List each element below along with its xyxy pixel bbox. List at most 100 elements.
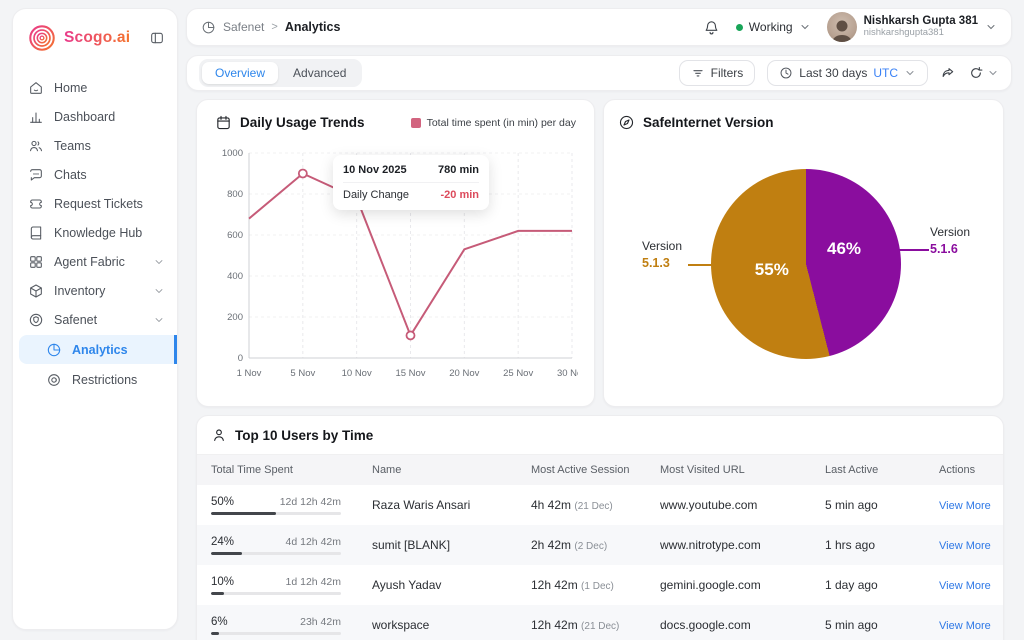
actions-cell: View More [925,498,1003,512]
home-icon [30,81,42,94]
sidebar-item-label: Request Tickets [54,196,143,211]
svg-text:400: 400 [227,271,243,282]
toolbar-right: Filters Last 30 days UTC [678,60,999,86]
timezone-label: UTC [873,66,898,80]
last-active-cell: 5 min ago [825,498,878,512]
sidebar-nav: Home Dashboard Teams Chats Request Tickets Kn… [13,73,177,394]
sidebar-item-knowledge-hub[interactable]: Knowledge Hub [13,218,177,247]
callout-version: 5.1.6 [930,241,958,256]
share-button[interactable] [940,65,956,81]
table-row: 24% 4d 12h 42m sumit [BLANK] 2h 42m (2 Dec)… [197,525,1003,565]
daily-usage-header: Daily Usage Trends Total time spent (in … [215,114,576,131]
toolbar: Overview Advanced Filters Last 30 days U… [186,55,1012,91]
refresh-button[interactable] [968,65,999,81]
date-range-label: Last 30 days [799,66,868,80]
time-percent: 24% [211,535,235,548]
tooltip-change-label: Daily Change [343,189,410,201]
view-more-link[interactable]: View More [939,620,991,632]
sidebar: Scogo.ai Home Dashboard Teams Chats Request … [12,8,178,630]
chevron-down-icon [153,256,165,268]
avatar [826,12,857,42]
chevron-down-icon [155,317,163,322]
actions-cell: View More [925,538,1003,552]
status-selector[interactable]: Working [735,20,811,34]
actions-cell: View More [925,578,1003,592]
chevron-down-icon [987,25,995,30]
chevron-right-icon: > [271,21,278,33]
chevron-down-icon [155,259,163,264]
svg-text:600: 600 [227,230,243,241]
view-more-link[interactable]: View More [939,540,991,552]
teams-icon [29,140,42,151]
session-date: (2 Dec) [574,541,608,552]
sidebar-item-dashboard[interactable]: Dashboard [13,102,177,131]
callout-version-513: Version 5.1.3 [642,239,682,271]
sidebar-item-restrictions[interactable]: Restrictions [13,365,177,394]
svg-text:10 Nov: 10 Nov [342,368,372,379]
top-users-card: Top 10 Users by Time Total Time Spent Nam… [196,415,1004,640]
scogo-logo-icon [29,25,55,51]
date-range-button[interactable]: Last 30 days UTC [767,60,928,86]
time-duration: 1d 12h 42m [285,575,341,588]
column-header-name: Name [372,464,402,476]
chevron-down-icon [155,288,163,293]
sidebar-item-agent-fabric[interactable]: Agent Fabric [13,247,177,276]
time-progress-bar [211,591,341,595]
tooltip-date: 10 Nov 2025 [343,164,407,176]
tooltip-value: 780 min [438,164,479,176]
version-pie-chart[interactable]: 46% 55% [711,169,901,359]
chevron-down-icon [153,285,165,297]
column-header-total-time-spent: Total Time Spent [211,464,293,476]
sidebar-item-safenet[interactable]: Safenet [13,305,177,334]
name-cell: sumit [BLANK] [372,538,451,552]
breadcrumb-section[interactable]: Safenet [223,20,264,34]
name-cell: Raza Waris Ansari [372,498,471,512]
sidebar-item-home[interactable]: Home [13,73,177,102]
clock-icon [780,67,792,79]
url-cell: docs.google.com [660,618,751,632]
pie-label-516: 46% [826,238,862,258]
user-menu[interactable]: Nishkarsh Gupta 381 nishkarshgupta381 [826,12,997,42]
sidebar-collapse-button[interactable] [149,30,165,46]
sidebar-item-label: Safenet [54,312,98,327]
filters-button[interactable]: Filters [678,60,756,86]
safeinternet-header: SafeInternet Version [618,114,989,131]
tab-overview[interactable]: Overview [202,62,279,84]
total-time-cell: 10% 1d 12h 42m [197,576,358,595]
tooltip-change-value: -20 min [440,189,479,201]
sidebar-item-request-tickets[interactable]: Request Tickets [13,189,177,218]
line-chart-area[interactable]: 0 200 400 600 800 1000 1 Nov 5 Nov 10 Nov 15 Nov 2… [215,139,587,389]
sidebar-item-chats[interactable]: Chats [13,160,177,189]
sidebar-item-teams[interactable]: Teams [13,131,177,160]
leader-line-513 [688,264,713,266]
brand-name: Scogo.ai [64,29,131,46]
view-more-link[interactable]: View More [939,580,991,592]
name-cell: Ayush Yadav [372,578,442,592]
time-progress-bar [211,551,341,555]
view-more-link[interactable]: View More [939,500,991,512]
sidebar-item-inventory[interactable]: Inventory [13,276,177,305]
user-handle: nishkarshgupta381 [863,27,944,39]
time-duration: 23h 42m [300,615,341,628]
svg-text:30 Nov: 30 Nov [557,368,578,379]
total-time-cell: 24% 4d 12h 42m [197,536,358,555]
analytics-page: { "app": { "brand": "Scogo.ai" }, "sideb… [0,0,1024,640]
svg-text:800: 800 [227,189,243,200]
user-names: Nishkarsh Gupta 381 nishkarshgupta381 [864,15,978,39]
leader-line-516 [898,249,929,251]
time-percent: 50% [211,495,235,508]
session-date: (21 Dec) [574,501,613,512]
calendar-icon [217,115,230,130]
sidebar-item-analytics[interactable]: Analytics [19,335,177,364]
breadcrumb-page: Analytics [284,20,341,34]
name-cell: workspace [372,618,430,632]
url-cell: gemini.google.com [660,578,761,592]
pie-icon [47,343,61,356]
top-users-header: Top 10 Users by Time [197,416,1003,455]
bell-icon[interactable] [703,19,720,36]
top-header: Safenet > Analytics Working Nishkarsh Gu… [186,8,1012,46]
filter-icon [693,70,703,77]
sidebar-item-label: Inventory [54,283,106,298]
session-date: (21 Dec) [581,621,620,632]
tab-advanced[interactable]: Advanced [280,62,359,84]
